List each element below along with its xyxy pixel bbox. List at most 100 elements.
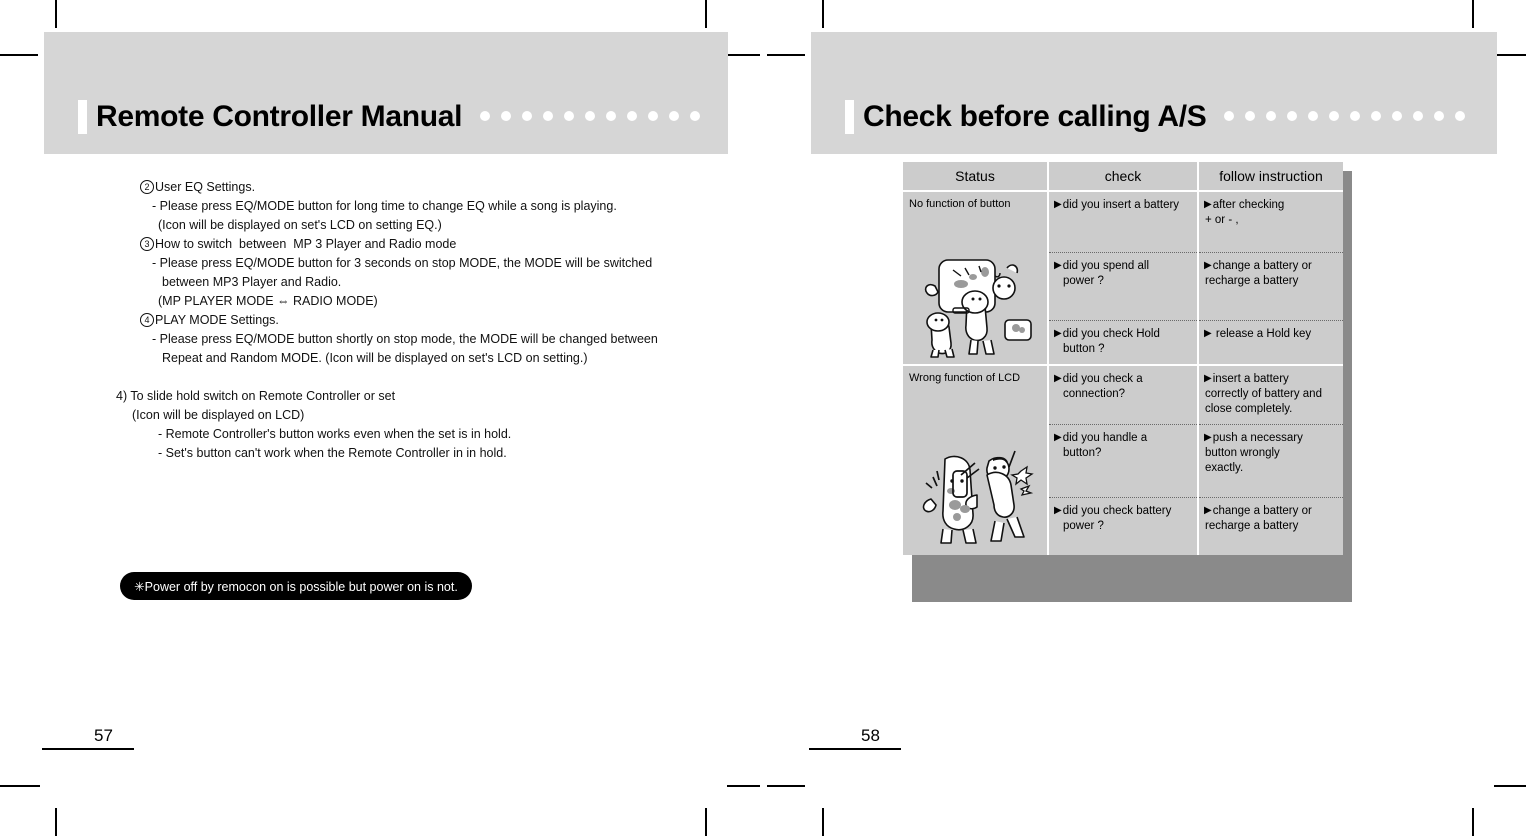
triangle-bullet-icon: ▶ bbox=[1204, 199, 1212, 210]
header-dot bbox=[1308, 111, 1319, 121]
body-line: - Set's button can't work when the Remot… bbox=[0, 444, 763, 463]
circled-number-marker: 2 bbox=[140, 180, 154, 194]
body-line: - Please press EQ/MODE button shortly on… bbox=[0, 330, 763, 349]
follow-instruction-column: ▶after checking + or - , ▶change a battery… bbox=[1199, 192, 1343, 364]
status-cell: No function of button bbox=[903, 192, 1047, 364]
check-cell: ▶did you handle a button? bbox=[1049, 424, 1197, 497]
body-line-text: - Remote Controller's button works even … bbox=[158, 427, 512, 441]
follow-text-line: button wrongly bbox=[1205, 447, 1280, 459]
left-page-body: 2 User EQ Settings. - Please press EQ/MODE… bbox=[0, 178, 763, 463]
header-dot bbox=[1266, 111, 1277, 121]
header-dot bbox=[1350, 111, 1361, 121]
header-dot bbox=[1224, 111, 1235, 121]
header-dot bbox=[1245, 111, 1256, 121]
follow-text-line: correctly of battery and bbox=[1205, 388, 1322, 400]
header-dot bbox=[1434, 111, 1445, 121]
check-column: ▶did you check a connection? ▶did you hand… bbox=[1049, 366, 1197, 555]
page-number-block-right: 58 bbox=[809, 726, 901, 750]
two-characters-with-portable-player-icon bbox=[903, 242, 1047, 360]
left-page-header-band: Remote Controller Manual bbox=[44, 32, 728, 154]
check-text-line: power ? bbox=[1063, 275, 1104, 287]
triangle-bullet-icon: ▶ bbox=[1204, 328, 1212, 339]
body-line-text: PLAY MODE Settings. bbox=[155, 313, 279, 327]
body-line: 4) To slide hold switch on Remote Contro… bbox=[0, 387, 763, 406]
follow-text-line: ▶after checking bbox=[1204, 199, 1285, 211]
check-cell: ▶did you check battery power ? bbox=[1049, 497, 1197, 555]
follow-text-line: recharge a battery bbox=[1205, 275, 1299, 287]
body-line: - Remote Controller's button works even … bbox=[0, 425, 763, 444]
check-cell: ▶did you insert a battery bbox=[1049, 192, 1197, 252]
body-line: (MP PLAYER MODE ⇔ RADIO MODE) bbox=[0, 292, 763, 311]
page-number: 58 bbox=[861, 726, 880, 745]
check-cell: ▶did you spend all power ? bbox=[1049, 252, 1197, 320]
page-title: Remote Controller Manual bbox=[96, 100, 463, 133]
body-line-text: (MP PLAYER MODE ⇔ RADIO MODE) bbox=[158, 294, 378, 308]
header-dot bbox=[1392, 111, 1403, 121]
page-number-block-left: 57 bbox=[42, 726, 134, 750]
body-line: (Icon will be displayed on set's LCD on … bbox=[0, 216, 763, 235]
body-line: - Please press EQ/MODE button for 3 seco… bbox=[0, 254, 763, 273]
table-header-cell: follow instruction bbox=[1199, 162, 1343, 190]
triangle-bullet-icon: ▶ bbox=[1204, 432, 1212, 443]
body-line-text: User EQ Settings. bbox=[155, 180, 256, 194]
check-text-line: ▶did you check a bbox=[1054, 373, 1143, 385]
follow-text-line: recharge a battery bbox=[1205, 520, 1299, 532]
circled-number-marker: 3 bbox=[140, 237, 154, 251]
body-line-text: - Set's button can't work when the Remot… bbox=[158, 446, 507, 460]
body-line-text: - Please press EQ/MODE button shortly on… bbox=[152, 332, 658, 346]
body-line-text: between MP3 Player and Radio. bbox=[162, 275, 342, 289]
table-header-cell: Status bbox=[903, 162, 1047, 190]
header-dot bbox=[501, 111, 512, 121]
follow-text-line: + or - , bbox=[1205, 214, 1239, 226]
troubleshooting-table: Status check follow instruction No function… bbox=[903, 162, 1343, 555]
follow-instruction-cell: ▶after checking + or - , bbox=[1199, 192, 1343, 252]
header-dot bbox=[1413, 111, 1424, 121]
check-text-line: ▶did you check battery bbox=[1054, 505, 1172, 517]
body-line: 2 User EQ Settings. bbox=[0, 178, 763, 197]
triangle-bullet-icon: ▶ bbox=[1054, 199, 1062, 210]
table-header-row: Status check follow instruction bbox=[903, 162, 1343, 190]
header-dot-decoration bbox=[480, 111, 711, 121]
note-callout: ✳Power off by remocon on is possible but… bbox=[120, 572, 472, 600]
header-dot bbox=[522, 111, 533, 121]
body-line-text: (Icon will be displayed on set's LCD on … bbox=[158, 218, 442, 232]
follow-text-line: exactly. bbox=[1205, 462, 1244, 474]
body-line-text: (Icon will be displayed on LCD) bbox=[132, 408, 305, 422]
check-text-line: button? bbox=[1063, 447, 1102, 459]
follow-text-line: ▶change a battery or bbox=[1204, 505, 1312, 517]
follow-text-line: ▶ release a Hold key bbox=[1204, 328, 1312, 340]
body-line: (Icon will be displayed on LCD) bbox=[0, 406, 763, 425]
body-line: Repeat and Random MODE. (Icon will be di… bbox=[0, 349, 763, 368]
check-text-line: ▶did you spend all bbox=[1054, 260, 1150, 272]
right-page: Check before calling A/S Status check foll… bbox=[763, 0, 1526, 836]
header-dot bbox=[669, 111, 680, 121]
troubleshooting-table-wrapper: Status check follow instruction No function… bbox=[903, 162, 1352, 602]
table-header-cell: check bbox=[1049, 162, 1197, 190]
triangle-bullet-icon: ▶ bbox=[1204, 260, 1212, 271]
status-label: Wrong function of LCD bbox=[909, 372, 1021, 384]
check-text-line: power ? bbox=[1063, 520, 1104, 532]
follow-instruction-cell: ▶ release a Hold key bbox=[1199, 320, 1343, 364]
status-label: No function of button bbox=[909, 198, 1011, 210]
header-accent-bar bbox=[78, 100, 87, 134]
follow-instruction-cell: ▶push a necessary button wrongly exactly. bbox=[1199, 424, 1343, 497]
check-column: ▶did you insert a battery ▶did you spend … bbox=[1049, 192, 1197, 364]
follow-instruction-cell: ▶change a battery or recharge a battery bbox=[1199, 497, 1343, 555]
check-text-line: ▶did you insert a battery bbox=[1054, 199, 1180, 211]
header-dot-decoration bbox=[1224, 111, 1476, 121]
check-text-line: ▶did you check Hold bbox=[1054, 328, 1160, 340]
header-dot bbox=[1371, 111, 1382, 121]
body-line-text: How to switch between MP 3 Player and Ra… bbox=[155, 237, 457, 251]
body-line-text: - Please press EQ/MODE button for long t… bbox=[152, 199, 617, 213]
header-dot bbox=[480, 111, 491, 121]
triangle-bullet-icon: ▶ bbox=[1054, 432, 1062, 443]
body-line-text: Repeat and Random MODE. (Icon will be di… bbox=[162, 351, 588, 365]
header-dot bbox=[1329, 111, 1340, 121]
header-dot bbox=[1455, 111, 1466, 121]
body-line: 3 How to switch between MP 3 Player and R… bbox=[0, 235, 763, 254]
manual-spread: Remote Controller Manual 2 User EQ Settin… bbox=[0, 0, 1526, 836]
page-number: 57 bbox=[94, 726, 113, 745]
circled-number-marker: 4 bbox=[140, 313, 154, 327]
check-text-line: ▶did you handle a bbox=[1054, 432, 1148, 444]
left-page: Remote Controller Manual 2 User EQ Settin… bbox=[0, 0, 763, 836]
